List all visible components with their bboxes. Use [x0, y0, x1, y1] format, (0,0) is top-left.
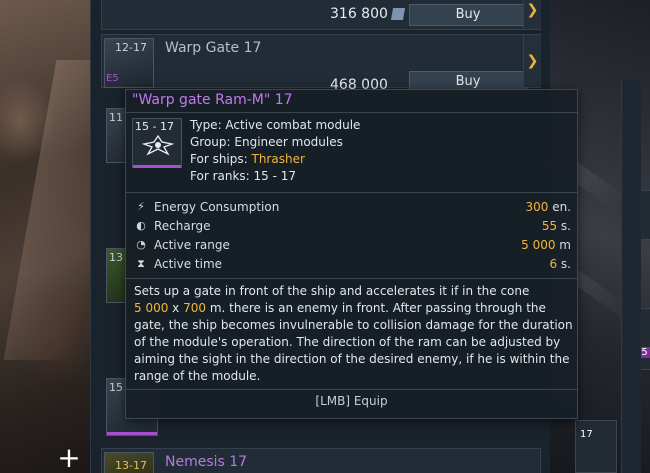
module-description: Sets up a gate in front of the ship and … [134, 283, 574, 385]
chevron-right-icon[interactable]: ❯ [523, 0, 541, 29]
stat-label: Energy Consumption [154, 200, 280, 214]
stat-unit: m [555, 238, 571, 252]
ships-label: For ships: Thrasher [190, 152, 305, 166]
cone-width-value: 700 [183, 301, 206, 315]
store-row[interactable]: 12-17 E5 Warp Gate 17 468 000 Buy ❯ [101, 34, 541, 93]
stat-unit: s. [557, 219, 571, 233]
module-name: Warp Gate 17 [165, 40, 262, 56]
level-label: 13-17 [115, 459, 147, 472]
price-label: 316 800 [330, 6, 388, 22]
buy-button[interactable]: Buy [409, 4, 527, 26]
range-icon: ◔ [136, 238, 146, 251]
stat-recharge: ◐ Recharge 55 s. [134, 218, 571, 236]
stat-label: Active range [154, 238, 230, 252]
equip-hint: [LMB] Equip [315, 394, 388, 408]
divider [126, 389, 577, 390]
stat-number: 5 000 [521, 238, 556, 252]
rank-badge: E5 [106, 73, 119, 84]
stat-value: 6 s. [549, 257, 571, 271]
group-label: Group: Engineer modules [190, 135, 343, 149]
stat-unit: s. [557, 257, 571, 271]
module-tooltip: "Warp gate Ram-M" 17 15 - 17 Type: Activ… [125, 89, 578, 419]
background-scene-left [0, 0, 100, 473]
divider [126, 112, 577, 113]
level-label: 11 [109, 111, 123, 124]
module-thumbnail: 12-17 E5 [104, 38, 154, 88]
stat-active-time: ⧗ Active time 6 s. [134, 256, 571, 274]
store-row[interactable]: 316 800 Buy ❯ [101, 0, 541, 30]
cone-length-value: 5 000 [134, 301, 169, 315]
rarity-bar [107, 432, 157, 435]
level-badge: 17 [580, 429, 593, 440]
ships-prefix: For ships: [190, 152, 252, 166]
stat-label: Active time [154, 257, 223, 271]
chevron-right-icon[interactable]: ❯ [523, 35, 541, 87]
recharge-icon: ◐ [136, 219, 146, 232]
add-button[interactable]: + [55, 444, 83, 473]
stat-number: 6 [549, 257, 558, 271]
module-name: Nemesis 17 [165, 454, 248, 470]
ship-name-link[interactable]: Thrasher [251, 152, 304, 166]
type-label: Type: Active combat module [190, 118, 361, 132]
stat-value: 5 000 m [521, 238, 571, 252]
stat-number: 55 [541, 219, 558, 233]
credits-icon [390, 8, 406, 20]
divider [126, 278, 577, 279]
right-module-card[interactable]: 17 [575, 420, 617, 473]
warp-gate-icon [142, 134, 174, 156]
module-thumbnail: 13-17 [104, 452, 154, 473]
module-icon: 15 - 17 [132, 118, 182, 168]
description-text: Sets up a gate in front of the ship and … [134, 284, 530, 298]
stat-label: Recharge [154, 219, 211, 233]
stat-number: 300 [525, 200, 549, 214]
level-label: 13 [109, 251, 123, 264]
lightning-icon: ⚡ [137, 200, 145, 213]
level-label: 12-17 [115, 41, 147, 54]
module-level-label: 15 - 17 [135, 120, 174, 133]
tooltip-title: "Warp gate Ram-M" 17 [132, 92, 293, 108]
stat-value: 55 s. [542, 219, 571, 233]
divider [126, 192, 577, 193]
description-text: x [168, 301, 184, 315]
store-row[interactable]: 13-17 Nemesis 17 [101, 448, 541, 473]
stat-active-range: ◔ Active range 5 000 m [134, 237, 571, 255]
level-label: 15 [109, 381, 123, 394]
scrollbar[interactable] [621, 80, 641, 473]
stat-energy-consumption: ⚡ Energy Consumption 300 en. [134, 199, 571, 217]
stat-unit: en. [548, 200, 571, 214]
hourglass-icon: ⧗ [137, 257, 145, 270]
rarity-bar [133, 165, 181, 168]
ranks-label: For ranks: 15 - 17 [190, 169, 297, 183]
stat-value: 300 en. [525, 200, 571, 214]
